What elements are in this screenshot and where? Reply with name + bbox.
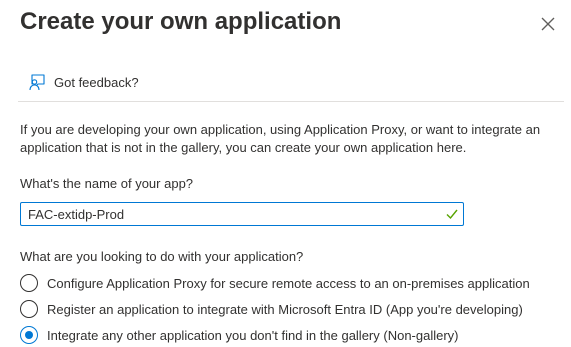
app-name-field: [20, 202, 464, 226]
create-app-panel: Create your own application Got feedback…: [0, 0, 571, 347]
radio-option-label: Integrate any other application you don'…: [47, 327, 459, 343]
radio-option-register-app[interactable]: Register an application to integrate wit…: [20, 300, 523, 318]
radio-button[interactable]: [20, 274, 38, 292]
close-icon: [541, 17, 555, 31]
radio-option-label: Register an application to integrate wit…: [47, 301, 523, 317]
radio-option-non-gallery[interactable]: Integrate any other application you don'…: [20, 326, 459, 344]
description-text: If you are developing your own applicati…: [20, 122, 541, 155]
radio-option-app-proxy[interactable]: Configure Application Proxy for secure r…: [20, 274, 530, 292]
radio-button-selected[interactable]: [20, 326, 38, 344]
radio-button[interactable]: [20, 300, 38, 318]
divider: [18, 101, 564, 102]
purpose-question: What are you looking to do with your app…: [20, 249, 304, 264]
feedback-label: Got feedback?: [54, 74, 139, 90]
panel-title: Create your own application: [20, 8, 342, 35]
radio-option-label: Configure Application Proxy for secure r…: [47, 275, 530, 291]
close-button[interactable]: [538, 14, 558, 34]
app-name-label: What's the name of your app?: [20, 176, 194, 191]
feedback-link[interactable]: Got feedback?: [28, 73, 139, 91]
feedback-icon: [29, 74, 45, 91]
app-name-input[interactable]: [21, 203, 438, 225]
checkmark-icon: [446, 209, 458, 220]
